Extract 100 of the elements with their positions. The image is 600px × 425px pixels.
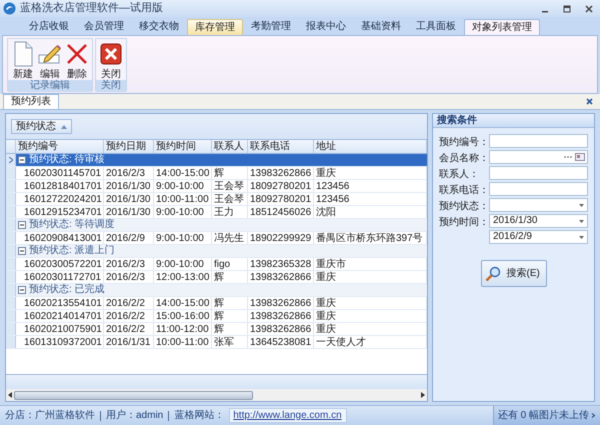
field-label: 预约时间： <box>439 217 489 228</box>
field-label: 预约编号： <box>439 137 489 148</box>
dropdown-arrow-icon <box>579 220 584 222</box>
dropdown-arrow-icon <box>579 236 584 238</box>
field-label: 联系人： <box>439 169 479 180</box>
table-cell: 9:00-10:00 <box>154 232 212 244</box>
table-cell: 13983262866 <box>248 310 314 322</box>
column-header[interactable]: 地址 <box>314 140 427 153</box>
status-text: 分店：广州蓝格软件 <box>4 410 96 420</box>
table-cell: 13983262866 <box>248 167 314 179</box>
group-row[interactable]: 预约状态: 派遣上门 <box>6 245 427 258</box>
field-label: 会员名称： <box>439 153 489 164</box>
table-cell: 16012915234701 <box>16 206 104 218</box>
input-field[interactable] <box>489 182 588 196</box>
upload-notice-text: 还有 0 幅图片未上传 <box>498 410 589 420</box>
menu-tab[interactable]: 移交衣物 <box>132 19 186 35</box>
ribbon-button[interactable]: 新建 <box>10 41 36 80</box>
menu-tab[interactable]: 基础资料 <box>354 19 408 35</box>
table-cell: 重庆市 <box>314 258 427 270</box>
collapse-icon[interactable] <box>18 286 26 294</box>
table-cell: 16012818401701 <box>16 180 104 192</box>
menu-tab[interactable]: 对象列表管理 <box>464 19 540 35</box>
group-row[interactable]: 预约状态: 待审核 <box>6 154 427 167</box>
table-cell: 2016/2/2 <box>104 310 154 322</box>
status-text: 用户：admin <box>100 410 168 420</box>
menu-tab[interactable]: 分店收银 <box>22 19 76 35</box>
menu-tab[interactable]: 报表中心 <box>299 19 353 35</box>
group-row[interactable]: 预约状态: 等待调度 <box>6 219 427 232</box>
table-cell: 王会琴 <box>212 193 248 205</box>
menu-tab[interactable]: 库存管理 <box>187 19 243 35</box>
table-cell: 重庆 <box>314 310 427 322</box>
table-cell: 辉 <box>212 323 248 335</box>
group-row[interactable]: 预约状态: 已完成 <box>6 284 427 297</box>
column-header[interactable]: 联系人 <box>212 140 248 153</box>
input-field[interactable] <box>489 134 588 148</box>
scroll-right-icon[interactable] <box>421 392 425 398</box>
input-field[interactable] <box>489 166 588 180</box>
table-cell: 2016/2/2 <box>104 323 154 335</box>
dropdown-field[interactable]: 2016/1/30 <box>489 214 588 228</box>
dropdown-field[interactable]: 2016/2/9 <box>489 230 588 244</box>
table-cell: 18092780201 <box>248 193 314 205</box>
document-tab[interactable]: 预约列表 <box>3 94 59 109</box>
table-cell: 番禺区市桥东环路397号 <box>314 232 427 244</box>
menu-tab[interactable]: 会员管理 <box>77 19 131 35</box>
table-cell: 10:00-11:00 <box>154 336 212 348</box>
column-header[interactable]: 预约日期 <box>104 140 154 153</box>
scroll-left-icon[interactable] <box>8 392 12 398</box>
ribbon-group-label: 记录编辑 <box>8 80 92 92</box>
table-cell: 重庆 <box>314 271 427 283</box>
ribbon-group-label: 关闭 <box>96 80 126 92</box>
group-label: 预约状态: 派遣上门 <box>29 246 115 256</box>
table-cell: 18092780201 <box>248 180 314 192</box>
close-icon[interactable] <box>585 4 593 12</box>
table-cell: 2016/1/31 <box>104 336 154 348</box>
table-cell: 18902299929 <box>248 232 314 244</box>
table-cell: 冯先生 <box>212 232 248 244</box>
dropdown-field[interactable] <box>489 198 588 212</box>
maximize-icon[interactable] <box>563 4 571 12</box>
table-cell: 2016/1/30 <box>104 180 154 192</box>
ribbon-button[interactable]: 关闭 <box>98 41 124 80</box>
row-indicator[interactable] <box>6 154 16 166</box>
table-cell: 16020213554101 <box>16 297 104 309</box>
horizontal-scrollbar[interactable] <box>6 389 427 401</box>
table-cell: 9:00-10:00 <box>154 180 212 192</box>
table-cell: 13982365328 <box>248 258 314 270</box>
table-cell: 123456 <box>314 180 427 192</box>
table-cell: 16020300572201 <box>16 258 104 270</box>
table-cell: 16013109372001 <box>16 336 104 348</box>
collapse-icon[interactable] <box>18 221 26 229</box>
table-cell: 沈阳 <box>314 206 427 218</box>
table-cell: 9:00-10:00 <box>154 206 212 218</box>
table-cell: 13983262866 <box>248 297 314 309</box>
menu-tab[interactable]: 工具面板 <box>409 19 463 35</box>
table-cell: 辉 <box>212 167 248 179</box>
menu-tab[interactable]: 考勤管理 <box>244 19 298 35</box>
group-by-chip[interactable]: 预约状态 <box>11 119 72 134</box>
table-cell: 123456 <box>314 193 427 205</box>
table-cell: 张军 <box>212 336 248 348</box>
column-header[interactable]: 预约时间 <box>154 140 212 153</box>
group-label: 预约状态: 已完成 <box>29 285 105 295</box>
ribbon-button[interactable]: 删除 <box>64 41 90 80</box>
cross-icon <box>66 43 88 65</box>
collapse-icon[interactable] <box>18 156 26 164</box>
close-icon[interactable] <box>586 98 593 105</box>
website-link[interactable]: http://www.lange.com.cn <box>229 408 348 423</box>
search-button[interactable]: 搜索(E) <box>480 260 546 287</box>
column-header[interactable]: 联系电话 <box>248 140 314 153</box>
table-cell: 16012722024201 <box>16 193 104 205</box>
scrollbar-thumb[interactable] <box>14 390 253 400</box>
field-label: 预约状态： <box>439 201 489 212</box>
ribbon-button[interactable]: 编辑 <box>37 41 63 80</box>
lookup-field[interactable] <box>489 150 588 164</box>
table-cell: 13983262866 <box>248 323 314 335</box>
column-header[interactable]: 预约编号 <box>16 140 104 153</box>
table-cell: 9:00-10:00 <box>154 258 212 270</box>
collapse-icon[interactable] <box>18 247 26 255</box>
table-cell: 11:00-12:00 <box>154 323 212 335</box>
table-cell: 16020301145701 <box>16 167 104 179</box>
table-cell: 15:00-16:00 <box>154 310 212 322</box>
table-cell: 16020210075901 <box>16 323 104 335</box>
